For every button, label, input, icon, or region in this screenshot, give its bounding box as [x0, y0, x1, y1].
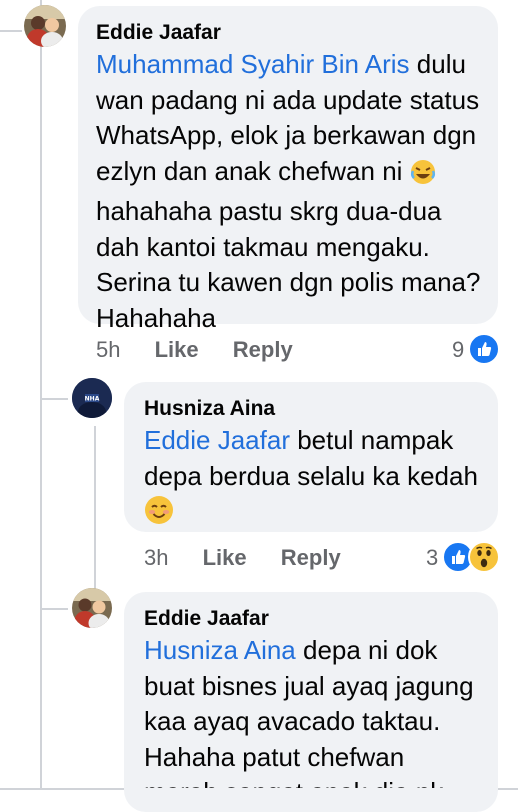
avatar[interactable] — [72, 588, 112, 628]
comment-time[interactable]: 5h — [96, 337, 120, 363]
mention-link[interactable]: Eddie Jaafar — [144, 425, 290, 455]
comment-actions: 5h Like Reply — [96, 337, 293, 363]
blush-emoji — [144, 495, 174, 535]
thread-line-branch-2 — [40, 608, 68, 610]
reply-button[interactable]: Reply — [233, 337, 293, 363]
like-icon[interactable] — [468, 333, 500, 365]
thread-line-main — [40, 0, 42, 790]
comment-actions: 3h Like Reply — [144, 545, 341, 571]
like-button[interactable]: Like — [155, 337, 199, 363]
comment-author[interactable]: Husniza Aina — [144, 397, 275, 421]
reply-button[interactable]: Reply — [281, 545, 341, 571]
comment-author[interactable]: Eddie Jaafar — [96, 21, 221, 45]
rofl-emoji — [410, 159, 436, 195]
mention-link[interactable]: Husniza Aina — [144, 635, 296, 665]
thread-line-top — [0, 30, 22, 32]
wow-icon[interactable] — [468, 541, 500, 573]
comment-time[interactable]: 3h — [144, 545, 168, 571]
thread-line-reply-1 — [94, 426, 96, 606]
comment-text: Eddie Jaafar betul nampak depa berdua se… — [144, 423, 494, 535]
avatar[interactable]: NHA — [72, 378, 112, 418]
mention-link[interactable]: Muhammad Syahir Bin Aris — [96, 49, 410, 79]
avatar-text: NHA — [85, 396, 100, 403]
thread-line-branch-1 — [40, 398, 68, 400]
like-button[interactable]: Like — [203, 545, 247, 571]
comment-text: Muhammad Syahir Bin Aris dulu wan padang… — [96, 49, 481, 333]
avatar[interactable] — [24, 5, 66, 47]
reaction-count[interactable]: 9 — [452, 337, 464, 363]
comment-text: Husniza Aina depa ni dok buat bisnes jua… — [144, 635, 474, 788]
reaction-count[interactable]: 3 — [426, 545, 438, 571]
comment-author[interactable]: Eddie Jaafar — [144, 607, 269, 631]
